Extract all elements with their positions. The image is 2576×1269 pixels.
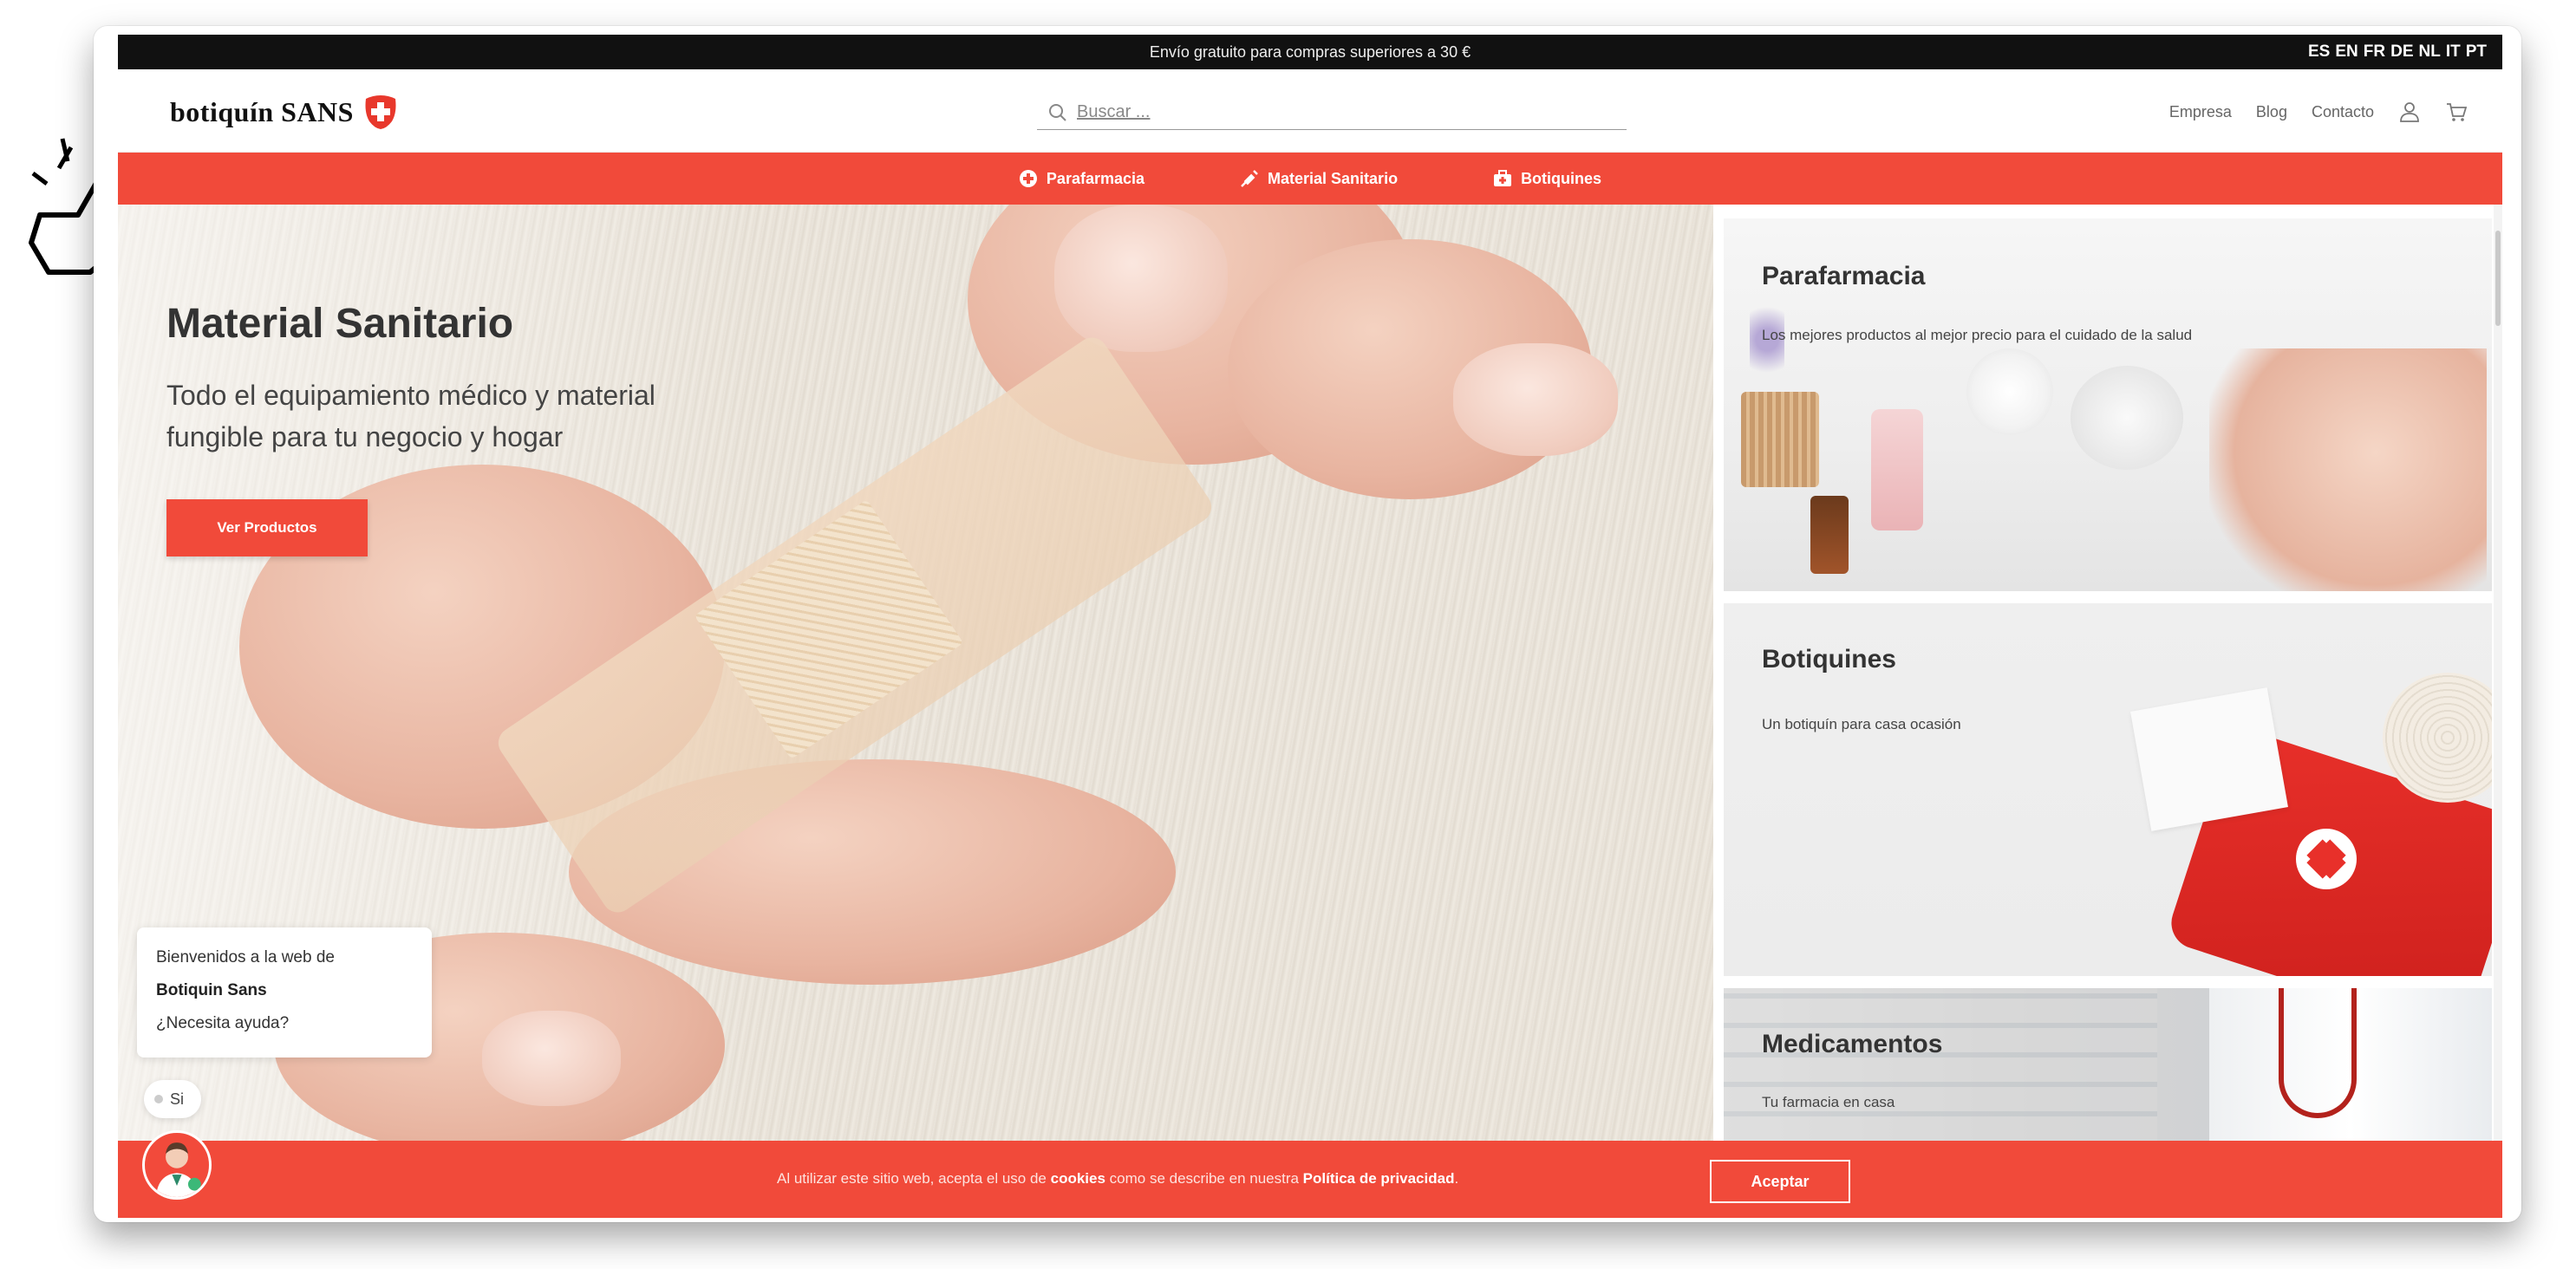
site-logo[interactable]: botiquín SANS [170,94,399,130]
chat-question-text: ¿Necesita ayuda? [156,1014,290,1032]
logo-text: botiquín SANS [170,95,354,127]
card-photo-hands [2209,348,2487,591]
header-nav: Empresa Blog Contacto [2169,101,2468,123]
lang-fr[interactable]: FR [2364,42,2385,62]
syringe-icon [1241,170,1258,187]
category-parafarmacia[interactable]: Parafarmacia [1019,169,1145,188]
card-photo-gauze [2130,687,2288,831]
card-title: Parafarmacia [1762,262,1926,290]
nav-blog-link[interactable]: Blog [2256,103,2287,121]
card-photo-cosmetics [1741,392,1819,487]
chat-welcome-text: Bienvenidos a la web de [156,948,335,966]
top-promo-bar: Envío gratuito para compras superiores a… [118,35,2502,69]
hero-subtitle: Todo el equipamiento médico y material f… [166,380,655,452]
browser-frame: Envío gratuito para compras superiores a… [94,26,2521,1222]
cookie-message-middle: como se describe en nuestra [1105,1170,1303,1187]
category-material-sanitario[interactable]: Material Sanitario [1240,169,1398,188]
scrollbar-thumb[interactable] [2495,231,2501,326]
card-parafarmacia[interactable]: Parafarmacia Los mejores productos al me… [1724,218,2492,591]
accept-cookies-button[interactable]: Aceptar [1710,1160,1850,1203]
search-bar [1037,95,1627,130]
first-aid-kit-icon [1494,170,1512,186]
category-label: Material Sanitario [1268,169,1399,187]
chat-reply-yes-button[interactable]: Si [144,1080,201,1118]
lang-it[interactable]: IT [2446,42,2461,62]
cart-icon[interactable] [2445,101,2468,123]
card-photo-cosmetics [1810,496,1849,574]
nav-contacto-link[interactable]: Contacto [2312,103,2374,121]
swiss-shield-icon [365,95,396,129]
hero-photo-hand [1453,343,1618,456]
privacy-policy-link[interactable]: Política de privacidad [1303,1170,1455,1187]
hero-title: Material Sanitario [166,301,514,347]
view-products-button[interactable]: Ver Productos [166,499,368,556]
card-description: Los mejores productos al mejor precio pa… [1762,327,2193,343]
lang-nl[interactable]: NL [2419,42,2441,62]
language-selector: ES EN FR DE NL IT PT [2308,42,2487,62]
doctor-avatar-icon [155,1142,201,1197]
lang-pt[interactable]: PT [2466,42,2487,62]
user-icon[interactable] [2398,101,2421,123]
category-label: Botiquines [1521,169,1602,187]
page-scrollbar[interactable] [2494,205,2502,1141]
card-botiquines[interactable]: Botiquines Un botiquín para casa ocasión [1724,603,2492,976]
hero-photo-hand [1054,205,1228,352]
lang-es[interactable]: ES [2308,42,2330,62]
card-description: Tu farmacia en casa [1762,1094,1895,1110]
card-title: Medicamentos [1762,1030,1943,1058]
card-title: Botiquines [1762,645,1896,674]
chat-reply-label: Si [170,1090,185,1108]
lang-en[interactable]: EN [2335,42,2358,62]
website: Envío gratuito para compras superiores a… [118,35,2502,1218]
plus-circle-icon [1019,170,1037,187]
card-photo-cosmetics [1871,409,1923,530]
category-nav: Parafarmacia Material Sanitario Botiquin… [118,153,2502,205]
stethoscope-icon [2279,988,2357,1118]
cookies-word: cookies [1050,1170,1105,1187]
category-label: Parafarmacia [1046,169,1145,187]
chat-brand-text: Botiquin Sans [156,981,267,999]
cookie-message-suffix: . [1454,1170,1459,1187]
cookie-message: Al utilizar este sitio web, acepta el us… [777,1170,1458,1188]
site-header: botiquín SANS Empresa Blog Contacto [118,69,2502,153]
cookie-consent-bar: Al utilizar este sitio web, acepta el us… [118,1130,2502,1218]
search-icon[interactable] [1047,102,1068,123]
card-photo-cosmetics [2071,366,2183,470]
cookie-message-prefix: Al utilizar este sitio web, acepta el us… [777,1170,1051,1187]
chat-bubble: Bienvenidos a la web de Botiquin Sans ¿N… [137,927,432,1058]
card-photo-cosmetics [1966,348,2053,435]
card-photo-pharmacy-shelves [1724,988,2157,1141]
lang-de[interactable]: DE [2390,42,2413,62]
nav-empresa-link[interactable]: Empresa [2169,103,2232,121]
hero-photo-hand [482,1011,621,1106]
category-botiquines[interactable]: Botiquines [1493,169,1601,188]
radio-dot-icon [154,1095,163,1103]
free-shipping-promo: Envío gratuito para compras superiores a… [1149,43,1471,61]
card-medicamentos[interactable]: Medicamentos Tu farmacia en casa [1724,988,2492,1141]
search-input[interactable] [1077,102,1597,122]
card-description: Un botiquín para casa ocasión [1762,716,1961,732]
chat-assistant-avatar[interactable] [142,1130,212,1200]
